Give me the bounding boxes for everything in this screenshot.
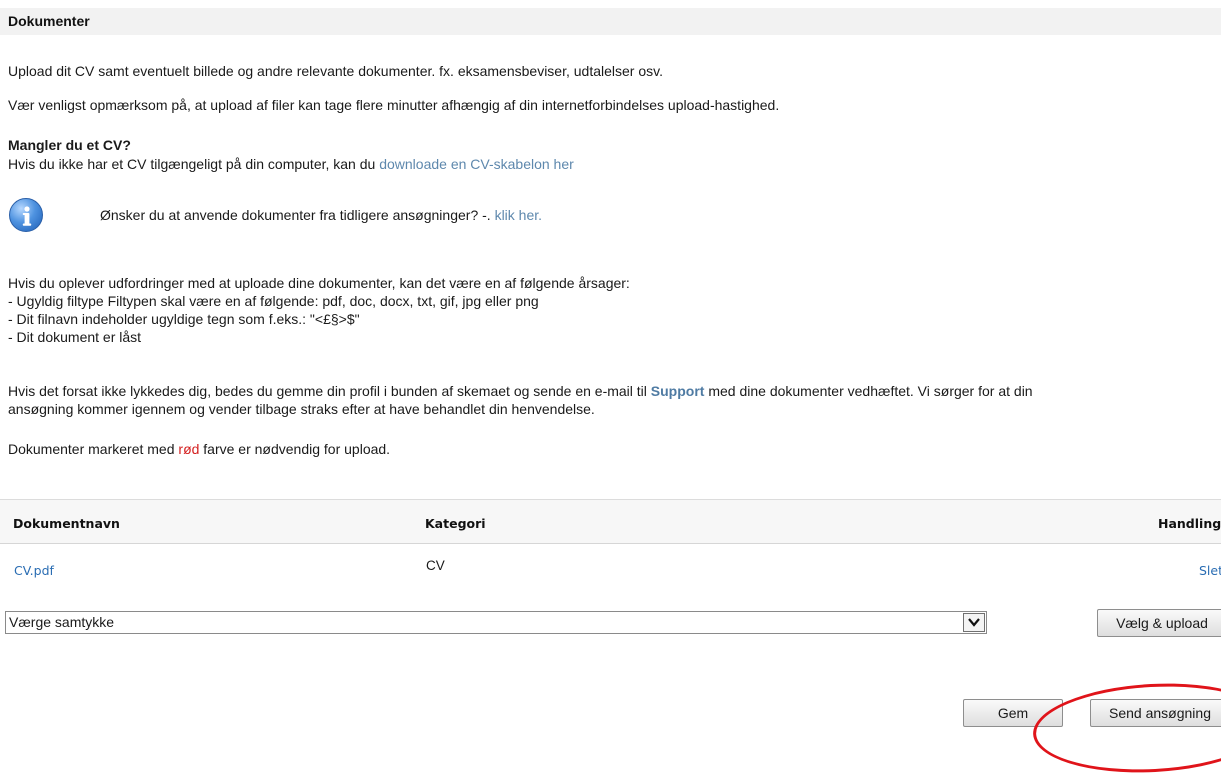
support-text: Hvis det forsat ikke lykkedes dig, bedes… bbox=[8, 382, 1033, 400]
cv-template-link[interactable]: downloade en CV-skabelon her bbox=[379, 156, 574, 172]
selected-category: Værge samtykke bbox=[9, 614, 115, 630]
support-text-before: Hvis det forsat ikke lykkedes dig, bedes… bbox=[8, 383, 651, 399]
table-header bbox=[0, 500, 1221, 543]
previous-docs-text: Ønsker du at anvende dokumenter fra tidl… bbox=[100, 206, 542, 224]
delete-document-link[interactable]: Slet bbox=[1199, 563, 1221, 578]
previous-docs-label: Ønsker du at anvende dokumenter fra tidl… bbox=[100, 207, 495, 223]
support-text-after: med dine dokumenter vedhæftet. Vi sørger… bbox=[704, 383, 1033, 399]
section-title: Dokumenter bbox=[8, 13, 90, 29]
problem-item: - Dit dokument er låst bbox=[8, 329, 142, 345]
column-header-action: Handling bbox=[1158, 516, 1221, 531]
problems-intro: Hvis du oplever udfordringer med at uplo… bbox=[8, 275, 630, 291]
required-note: Dokumenter markeret med rød farve er nød… bbox=[8, 440, 390, 458]
section-header bbox=[0, 8, 1221, 35]
column-header-name: Dokumentnavn bbox=[13, 516, 120, 531]
chevron-down-icon[interactable] bbox=[963, 613, 985, 632]
column-header-category: Kategori bbox=[425, 516, 486, 531]
intro-text-1: Upload dit CV samt eventuelt billede og … bbox=[8, 63, 663, 79]
document-category: CV bbox=[426, 558, 445, 573]
document-category-select[interactable]: Værge samtykke bbox=[5, 611, 987, 634]
info-icon bbox=[9, 198, 43, 232]
required-note-before: Dokumenter markeret med bbox=[8, 441, 179, 457]
cv-missing-heading: Mangler du et CV? bbox=[8, 137, 131, 153]
table-header-divider bbox=[0, 543, 1221, 544]
cv-missing-label: Hvis du ikke har et CV tilgængeligt på d… bbox=[8, 156, 380, 172]
previous-docs-link[interactable]: klik her. bbox=[495, 207, 542, 223]
problem-item: - Ugyldig filtype Filtypen skal være en … bbox=[8, 293, 539, 309]
required-note-after: farve er nødvendig for upload. bbox=[199, 441, 391, 457]
support-link[interactable]: Support bbox=[651, 383, 705, 399]
choose-upload-button[interactable]: Vælg & upload bbox=[1097, 609, 1221, 637]
problem-item: - Dit filnavn indeholder ugyldige tegn s… bbox=[8, 311, 360, 327]
cv-missing-text: Hvis du ikke har et CV tilgængeligt på d… bbox=[8, 155, 574, 173]
submit-application-button[interactable]: Send ansøgning bbox=[1090, 699, 1221, 727]
required-color-word: rød bbox=[178, 441, 200, 457]
highlight-circle bbox=[1030, 677, 1221, 778]
document-name-link[interactable]: CV.pdf bbox=[14, 563, 54, 578]
support-text-line2: ansøgning kommer igennem og vender tilba… bbox=[8, 401, 595, 417]
save-button[interactable]: Gem bbox=[963, 699, 1063, 727]
intro-text-2: Vær venligst opmærksom på, at upload af … bbox=[8, 97, 780, 113]
